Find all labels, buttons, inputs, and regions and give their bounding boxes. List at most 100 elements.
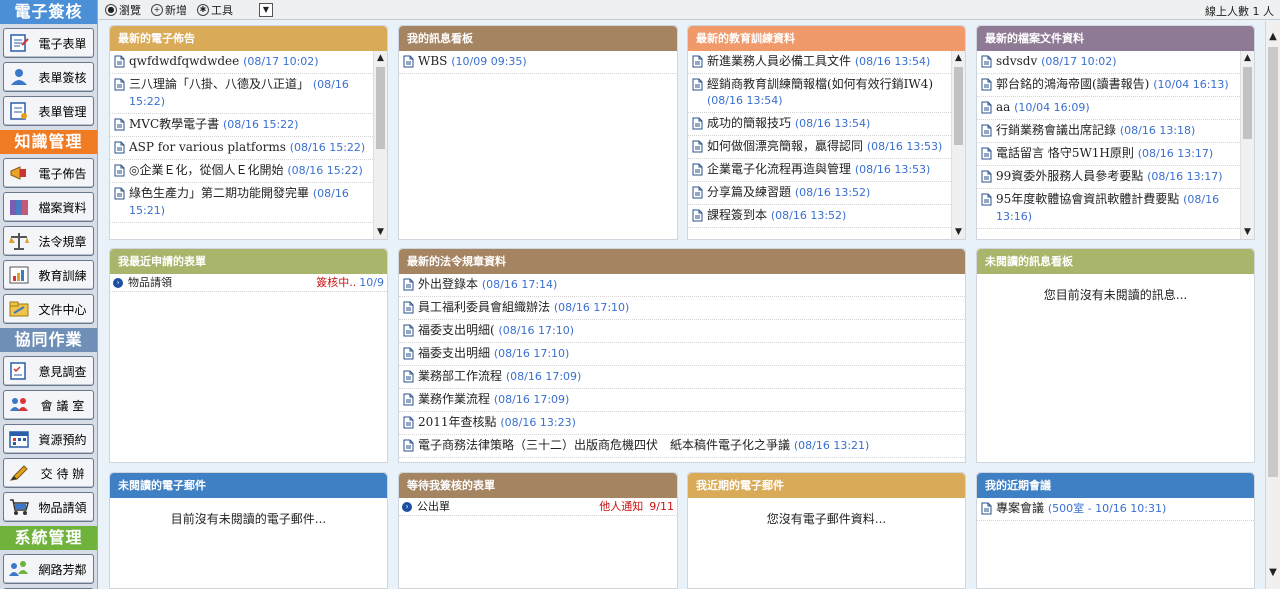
list-item[interactable]: 分享篇及練習題 (08/16 13:52): [688, 182, 951, 205]
item-title[interactable]: aa: [996, 100, 1010, 114]
item-title[interactable]: 福委支出明細: [418, 346, 490, 360]
add-button[interactable]: + 新增: [151, 2, 187, 18]
list-item[interactable]: 員工福利委員會組織辦法 (08/16 17:10): [399, 297, 965, 320]
scroll-up-icon[interactable]: ▲: [1241, 51, 1254, 65]
item-title[interactable]: ASP for various platforms: [129, 140, 286, 154]
item-title[interactable]: 電話留言 恪守5W1H原則: [996, 146, 1134, 160]
sidebar-item-document-center[interactable]: 文件中心: [3, 294, 94, 324]
item-title[interactable]: 2011年查核點: [418, 415, 497, 429]
list-item[interactable]: 行銷業務會議出席記錄 (08/16 13:18): [977, 120, 1240, 143]
list-item[interactable]: aa (10/04 16:09): [977, 97, 1240, 120]
sidebar-item-announcement[interactable]: 電子佈告: [3, 158, 94, 188]
sidebar-item-law[interactable]: 法令規章: [3, 226, 94, 256]
list-item[interactable]: 99資委外服務人員參考要點 (08/16 13:17): [977, 166, 1240, 189]
list-item[interactable]: 福委支出明細 (08/16 17:10): [399, 343, 965, 366]
item-title[interactable]: 行銷業務會議出席記錄: [996, 123, 1116, 137]
list-item[interactable]: 外出登錄本 (08/16 17:14): [399, 274, 965, 297]
item-title[interactable]: 郭台銘的鴻海帝國(讀書報告): [996, 77, 1149, 91]
list-item[interactable]: ◎企業Ｅ化，從個人Ｅ化開始 (08/16 15:22): [110, 160, 373, 183]
scroll-thumb[interactable]: [954, 67, 963, 145]
scroll-up-icon[interactable]: ▲: [1266, 29, 1280, 45]
sidebar-item-network[interactable]: 網路芳鄰: [3, 554, 94, 584]
item-title[interactable]: 分享篇及練習題: [707, 185, 791, 199]
list-item[interactable]: qwfdwdfqwdwdee (08/17 10:02): [110, 51, 373, 74]
item-title[interactable]: MVC教學電子書: [129, 117, 219, 131]
sidebar-item-survey[interactable]: 意見調查: [3, 356, 94, 386]
item-title[interactable]: 外出登錄本: [418, 277, 478, 291]
scroll-down-icon[interactable]: ▼: [374, 225, 387, 239]
item-title[interactable]: 99資委外服務人員參考要點: [996, 169, 1143, 183]
list-item[interactable]: 企業電子化流程再造與管理 (08/16 13:53): [688, 159, 951, 182]
item-date: (08/16 15:22): [289, 141, 366, 154]
tools-button[interactable]: ✱ 工具: [197, 2, 233, 18]
item-title[interactable]: 福委支出明細(: [418, 323, 495, 337]
list-item[interactable]: 專案會議 (500室 - 10/16 10:31): [977, 498, 1254, 521]
announcement-icon: [6, 162, 32, 184]
sidebar-item-tasks[interactable]: 交 待 辦: [3, 458, 94, 488]
list-item[interactable]: 福委支出明細( (08/16 17:10): [399, 320, 965, 343]
list-item[interactable]: 如何做個漂亮簡報，贏得認同 (08/16 13:53): [688, 136, 951, 159]
sidebar-item-form-approve[interactable]: 表單簽核: [3, 62, 94, 92]
scroll-down-icon[interactable]: ▼: [1266, 565, 1280, 581]
scroll-thumb[interactable]: [376, 67, 385, 149]
list-item[interactable]: MVC教學電子書 (08/16 15:22): [110, 114, 373, 137]
scroll-thumb[interactable]: [1268, 47, 1278, 477]
list-item[interactable]: 課程簽到本 (08/16 13:52): [688, 205, 951, 228]
item-title[interactable]: 95年度軟體協會資訊軟體計費要點: [996, 192, 1179, 206]
scroll-down-icon[interactable]: ▼: [952, 225, 965, 239]
browse-button[interactable]: ● 瀏覽: [105, 2, 141, 18]
sidebar-item-archive[interactable]: 檔案資料: [3, 192, 94, 222]
item-title[interactable]: ◎企業Ｅ化，從個人Ｅ化開始: [129, 163, 283, 177]
list-item[interactable]: 三八理論「八掛、八德及八正道」 (08/16 15:22): [110, 74, 373, 114]
item-title[interactable]: 課程簽到本: [707, 208, 767, 222]
sidebar-item-e-form[interactable]: 電子表單: [3, 28, 94, 58]
list-item-text: 成功的簡報技巧 (08/16 13:54): [707, 115, 949, 132]
list-item[interactable]: 電子商務法律策略（三十二）出版商危機四伏 紙本稿件電子化之爭議 (08/16 1…: [399, 435, 965, 458]
list-item[interactable]: sdvsdv (08/17 10:02): [977, 51, 1240, 74]
item-title[interactable]: 新進業務人員必備工具文件: [707, 54, 851, 68]
list-item[interactable]: 成功的簡報技巧 (08/16 13:54): [688, 113, 951, 136]
item-title[interactable]: 業務作業流程: [418, 392, 490, 406]
item-title[interactable]: 企業電子化流程再造與管理: [707, 162, 851, 176]
item-title[interactable]: 電子商務法律策略（三十二）出版商危機四伏 紙本稿件電子化之爭議: [418, 438, 790, 452]
sidebar-item-training[interactable]: 教育訓練: [3, 260, 94, 290]
list-item[interactable]: WBS (10/09 09:35): [399, 51, 677, 74]
list-item[interactable]: 業務作業流程 (08/16 17:09): [399, 389, 965, 412]
item-title[interactable]: 經銷商教育訓練簡報檔(如何有效行銷IW4): [707, 77, 933, 91]
item-title[interactable]: 成功的簡報技巧: [707, 116, 791, 130]
list-item[interactable]: 郭台銘的鴻海帝國(讀書報告) (10/04 16:13): [977, 74, 1240, 97]
item-date: (08/16 15:22): [222, 118, 299, 131]
list-item[interactable]: 2011年查核點 (08/16 13:23): [399, 412, 965, 435]
item-title[interactable]: 員工福利委員會組織辦法: [418, 300, 550, 314]
scroll-thumb[interactable]: [1243, 67, 1252, 139]
scroll-up-icon[interactable]: ▲: [374, 51, 387, 65]
list-item[interactable]: 95年度軟體協會資訊軟體計費要點 (08/16 13:16): [977, 189, 1240, 229]
list-item[interactable]: › 物品請領 簽核中.. 10/9: [110, 274, 387, 292]
item-title[interactable]: sdvsdv: [996, 54, 1037, 68]
item-title[interactable]: 專案會議: [996, 501, 1044, 515]
page-scrollbar[interactable]: ▲ ▼: [1265, 21, 1280, 589]
item-title[interactable]: 業務部工作流程: [418, 369, 502, 383]
scrollbar[interactable]: ▲ ▼: [951, 51, 965, 239]
scroll-down-icon[interactable]: ▼: [1241, 225, 1254, 239]
scroll-up-icon[interactable]: ▲: [952, 51, 965, 65]
list-item[interactable]: 電話留言 恪守5W1H原則 (08/16 13:17): [977, 143, 1240, 166]
item-title[interactable]: 如何做個漂亮簡報，贏得認同: [707, 139, 863, 153]
scrollbar[interactable]: ▲ ▼: [1240, 51, 1254, 239]
list-item[interactable]: 業務部工作流程 (08/16 17:09): [399, 366, 965, 389]
item-title[interactable]: 三八理論「八掛、八德及八正道」: [129, 77, 309, 91]
list-item[interactable]: 經銷商教育訓練簡報檔(如何有效行銷IW4) (08/16 13:54): [688, 74, 951, 113]
item-title[interactable]: qwfdwdfqwdwdee: [129, 54, 239, 68]
sidebar-item-meeting-room[interactable]: 會 議 室: [3, 390, 94, 420]
list-item[interactable]: ASP for various platforms (08/16 15:22): [110, 137, 373, 160]
sidebar-item-supplies[interactable]: 物品請領: [3, 492, 94, 522]
scrollbar[interactable]: ▲ ▼: [373, 51, 387, 239]
sidebar-item-resource-booking[interactable]: 資源預約: [3, 424, 94, 454]
list-item[interactable]: 綠色生產力」第二期功能開發完畢 (08/16 15:21): [110, 183, 373, 223]
list-item[interactable]: 新進業務人員必備工具文件 (08/16 13:54): [688, 51, 951, 74]
sidebar-item-form-manage[interactable]: 表單管理: [3, 96, 94, 126]
tools-dropdown[interactable]: ▼: [259, 2, 273, 17]
list-item[interactable]: › 公出單 他人通知 9/11: [399, 498, 677, 516]
item-title[interactable]: WBS: [418, 54, 447, 68]
item-title[interactable]: 綠色生產力」第二期功能開發完畢: [129, 186, 309, 200]
